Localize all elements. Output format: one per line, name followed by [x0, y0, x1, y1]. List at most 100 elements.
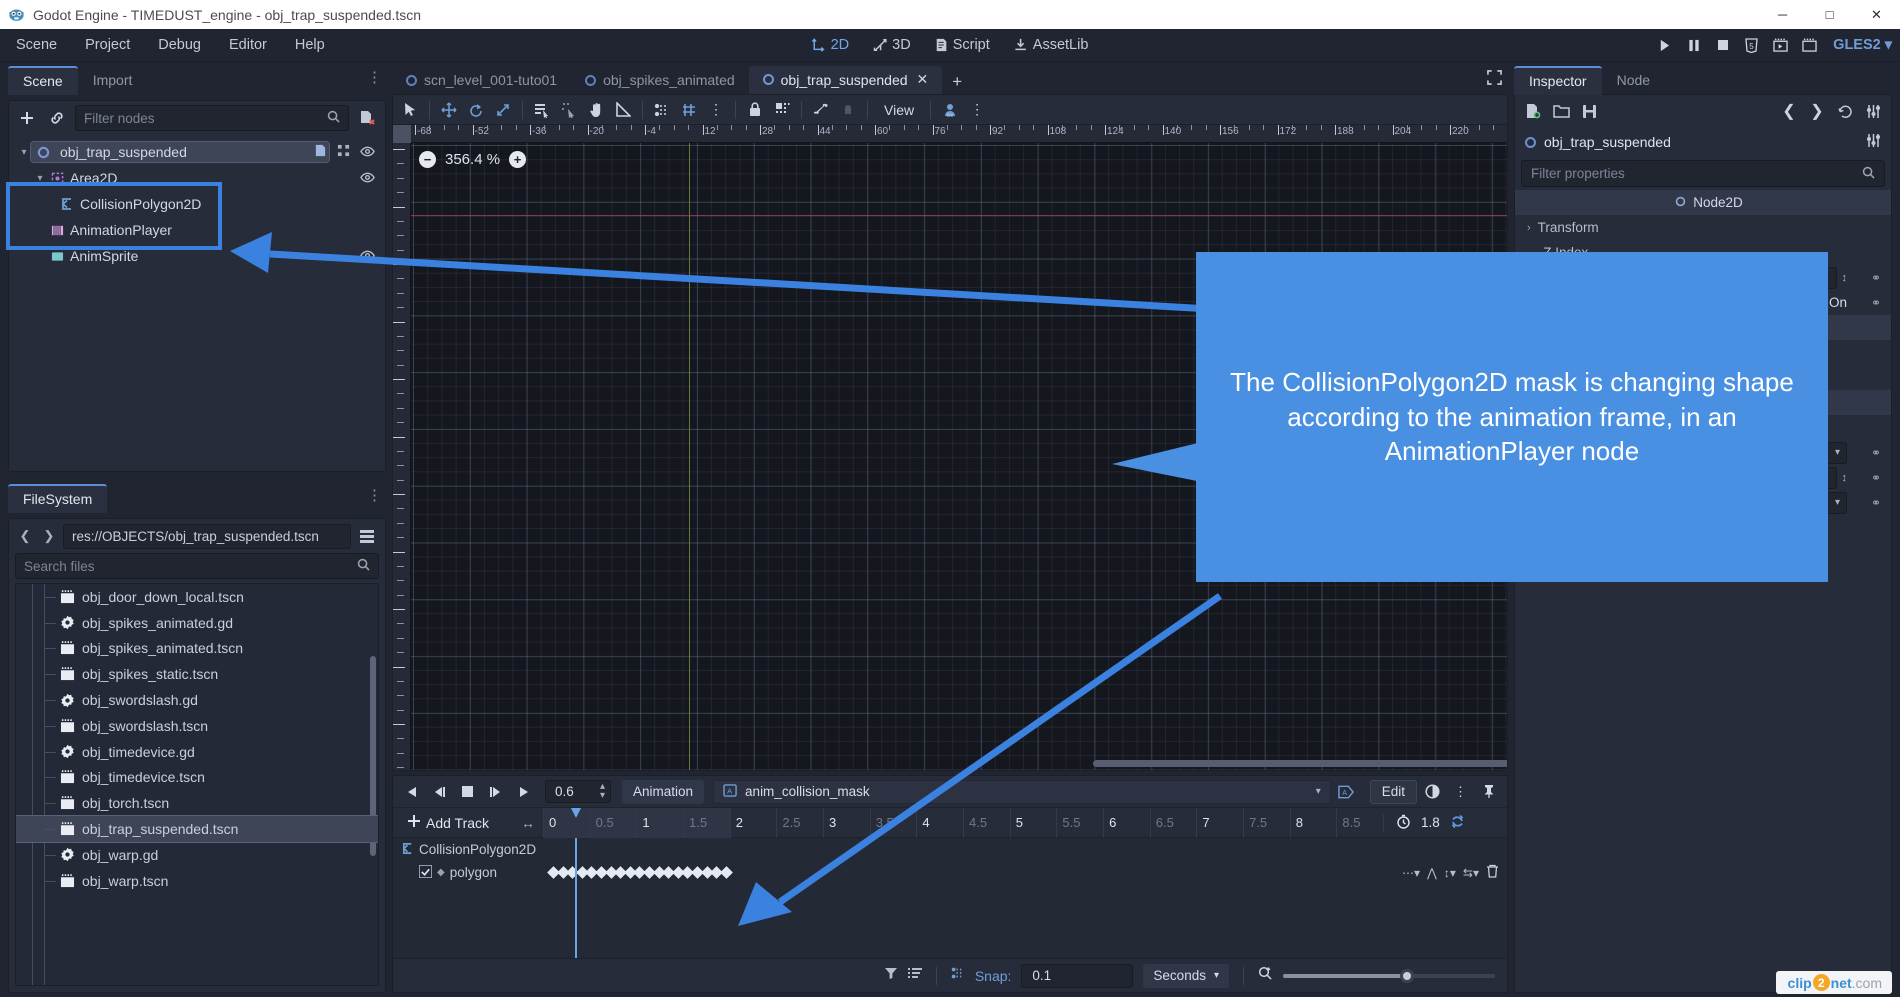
stop-icon[interactable]: [455, 780, 480, 804]
mode-assetlib-button[interactable]: AssetLib: [1005, 33, 1098, 57]
load-resource-icon[interactable]: [1549, 99, 1573, 123]
filter-icon[interactable]: [884, 966, 898, 985]
menu-help[interactable]: Help: [283, 33, 337, 57]
stepper-arrows-icon[interactable]: ↕: [1842, 472, 1848, 484]
duplicate-icon[interactable]: ⇆▾: [1463, 866, 1479, 880]
object-tools-icon[interactable]: [1866, 133, 1881, 151]
pin-icon[interactable]: [1476, 780, 1501, 804]
search-files-box[interactable]: Search files: [15, 553, 379, 579]
timeline-ruler[interactable]: 0 0.5 1 1.5 2 2.5 3 3.5 4 4.5 5 5.5 6 6.5 7 7.5 8 8.5: [543, 807, 1383, 838]
keyframe-icon[interactable]: ⚭: [1871, 271, 1881, 285]
mode-script-button[interactable]: Script: [926, 33, 999, 57]
close-icon[interactable]: ✕: [917, 71, 929, 88]
zoom-out-icon[interactable]: −: [419, 151, 436, 168]
time-unit-selector[interactable]: Seconds ▾: [1143, 963, 1229, 988]
history-icon[interactable]: [1833, 99, 1857, 123]
close-button[interactable]: ✕: [1853, 0, 1900, 29]
list-mode-icon[interactable]: [355, 524, 379, 548]
chevron-left-icon[interactable]: ❮: [15, 525, 35, 547]
prev-keyframe-icon[interactable]: [427, 780, 452, 804]
html5-icon[interactable]: 5: [1738, 32, 1765, 59]
keyframe-icon[interactable]: ⚭: [1871, 471, 1881, 485]
more-options-icon[interactable]: ⋮: [1448, 780, 1473, 804]
keyframe-icon[interactable]: ⚭: [1871, 496, 1881, 510]
filesystem-row[interactable]: obj_spikes_animated.tscn: [16, 636, 378, 662]
timeline-tick[interactable]: 5: [1009, 807, 1057, 838]
filesystem-row[interactable]: obj_swordslash.gd: [16, 687, 378, 713]
timeline-tick[interactable]: 3: [823, 807, 870, 838]
filesystem-dock-menu-icon[interactable]: ⋮: [367, 488, 382, 503]
tab-inspector[interactable]: Inspector: [1514, 65, 1602, 95]
renderer-selector[interactable]: GLES2 ▾: [1825, 37, 1892, 53]
track-row-property[interactable]: ◆ polygon ⋯▾ ⋀ ↕▾ ⇆▾: [393, 861, 1507, 884]
filesystem-row[interactable]: obj_warp.gd: [16, 842, 378, 868]
pan-mode-icon[interactable]: [583, 98, 609, 122]
next-keyframe-icon[interactable]: [483, 780, 508, 804]
stepper-arrows-icon[interactable]: ↕: [1842, 272, 1848, 284]
ruler-mode-icon[interactable]: [610, 98, 636, 122]
filesystem-row[interactable]: obj_spikes_animated.gd: [16, 610, 378, 636]
delete-icon[interactable]: [1486, 864, 1499, 881]
instance-child-scene-icon[interactable]: [45, 106, 69, 130]
timeline-tick[interactable]: 0: [543, 807, 590, 838]
eye-icon[interactable]: [360, 249, 375, 264]
animation-resource-tool-icon[interactable]: A: [1334, 780, 1359, 804]
lock-icon[interactable]: [742, 98, 768, 122]
list-select-icon[interactable]: [529, 98, 555, 122]
animation-time-field[interactable]: 0.6 ▴ ▾: [545, 780, 611, 803]
object-tools-icon[interactable]: [1861, 99, 1885, 123]
eye-icon[interactable]: [360, 145, 375, 160]
skeleton-bone-icon[interactable]: [808, 98, 834, 122]
loop-icon[interactable]: [1450, 814, 1465, 832]
track-keys-area[interactable]: [543, 861, 1507, 884]
timeline-tick[interactable]: 3.5: [869, 807, 917, 838]
filesystem-row[interactable]: obj_swordslash.tscn: [16, 713, 378, 739]
tab-scene[interactable]: Scene: [8, 65, 78, 95]
stop-icon[interactable]: [1709, 32, 1736, 59]
timeline-tick[interactable]: 1: [636, 807, 684, 838]
tree-node-root[interactable]: ▾ obj_trap_suspended: [9, 139, 385, 165]
loop-wrap-icon[interactable]: ⋀: [1427, 866, 1437, 880]
timeline-tick[interactable]: 2.5: [776, 807, 823, 838]
play-icon[interactable]: [511, 780, 536, 804]
filesystem-row[interactable]: obj_torch.tscn: [16, 790, 378, 816]
track-list-icon[interactable]: [907, 966, 922, 985]
script-remove-icon[interactable]: [355, 106, 379, 130]
animation-menu-button[interactable]: Animation: [622, 779, 705, 804]
scene-tab-obj-spikes-animated[interactable]: obj_spikes_animated: [571, 67, 749, 94]
canvas-more-options-icon[interactable]: ⋮: [964, 98, 990, 122]
filter-properties-box[interactable]: Filter properties: [1521, 160, 1885, 187]
animation-name-selector[interactable]: A anim_collision_mask ▾: [713, 779, 1331, 804]
viewport-horizontal-scrollbar[interactable]: [1093, 760, 1507, 767]
filesystem-row[interactable]: obj_door_down_local.tscn: [16, 584, 378, 610]
zoom-in-icon[interactable]: +: [509, 151, 527, 168]
distraction-free-icon[interactable]: [1487, 70, 1502, 88]
mode-3d-button[interactable]: 3D: [864, 33, 920, 57]
chevron-down-icon[interactable]: ▾: [1316, 786, 1321, 797]
filesystem-row[interactable]: obj_warp.tscn: [16, 868, 378, 894]
animation-track-list[interactable]: CollisionPolygon2D ◆ polygon ⋯▾ ⋀ ↕▾ ⇆▾: [393, 808, 1507, 958]
tab-filesystem[interactable]: FileSystem: [8, 483, 108, 513]
timeline-tick[interactable]: 4.5: [963, 807, 1010, 838]
filter-nodes-input[interactable]: [84, 110, 321, 126]
scene-dock-menu-icon[interactable]: ⋮: [367, 70, 382, 85]
ruler-deselect-icon[interactable]: [556, 98, 582, 122]
onion-skin-icon[interactable]: [1420, 780, 1445, 804]
pause-icon[interactable]: [1680, 32, 1707, 59]
animation-length-value[interactable]: 1.8: [1421, 815, 1440, 830]
filesystem-row[interactable]: obj_spikes_static.tscn: [16, 661, 378, 687]
history-next-icon[interactable]: ❯: [1805, 99, 1829, 123]
play-custom-scene-icon[interactable]: [1796, 32, 1823, 59]
filesystem-row[interactable]: obj_timedevice.gd: [16, 739, 378, 765]
timeline-tick[interactable]: 5.5: [1056, 807, 1103, 838]
timeline-tick[interactable]: 1.5: [683, 807, 730, 838]
snap-value-field[interactable]: 0.1: [1021, 963, 1134, 988]
snap-mode-icon[interactable]: [649, 98, 675, 122]
plus-icon[interactable]: [15, 106, 39, 130]
history-prev-icon[interactable]: ❮: [1777, 99, 1801, 123]
filesystem-row[interactable]: obj_trap_suspended.tscn: [16, 815, 378, 843]
more-options-icon[interactable]: ⋮: [703, 98, 729, 122]
scene-tab-obj-trap-suspended[interactable]: obj_trap_suspended ✕: [748, 66, 943, 94]
lock-rotation-icon[interactable]: loc: [937, 98, 963, 122]
timeline-tick[interactable]: 8: [1289, 807, 1337, 838]
